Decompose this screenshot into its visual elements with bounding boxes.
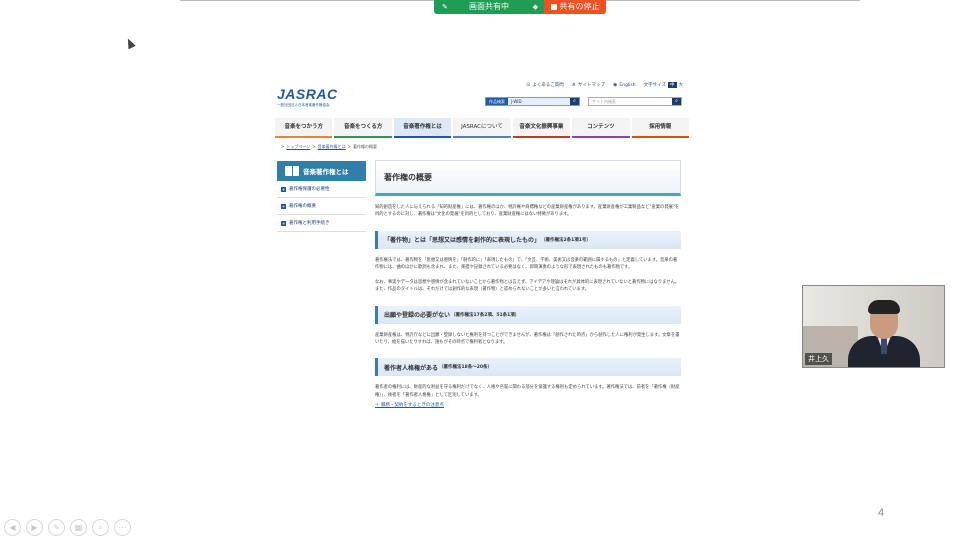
screen-share-bar: ✎ 画面共有中 ◆ 共有の停止 — [434, 0, 606, 14]
participant-video-tile[interactable]: 井上久 — [802, 285, 945, 368]
intro-paragraph: 知的創造をした人に与えられる「知的財産権」には、著作権のほか、特許権や商標権など… — [375, 205, 680, 218]
main-content: 著作権の概要 知的創造をした人に与えられる「知的財産権」には、著作権のほか、特許… — [375, 160, 681, 408]
logo-text: JASRAC — [277, 86, 338, 102]
site-search-icon[interactable]: ⌕ — [672, 98, 681, 105]
section-heading-registration: 出願や登録の必要がない （著作権法17条2項、51条1項） — [375, 305, 681, 324]
section-paragraph: 著作権法では、著作物を「思想又は感情を」「創作的に」「表現したもの」で、「文芸、… — [375, 257, 678, 270]
section-heading-moral-rights: 著作者人格権がある （著作権法18条～20条） — [375, 358, 681, 377]
question-icon: ⊙ — [526, 82, 531, 88]
nav-create-music[interactable]: 音楽をつくる方 — [334, 118, 392, 138]
sitemap-link[interactable]: ⋔ サイトマップ — [572, 82, 605, 88]
sidebar-title: 音楽著作権とは — [277, 161, 366, 181]
plus-icon: + — [281, 220, 286, 226]
breadcrumb-parent[interactable]: 音楽著作権とは — [318, 144, 346, 150]
breadcrumb-separator: > — [347, 144, 351, 149]
breadcrumb-current: 著作権の概要 — [353, 144, 377, 149]
mouse-cursor-icon — [124, 36, 136, 50]
shared-webpage: JASRAC 一般社団法人日本音楽著作権協会 ⊙ よくあるご質問 ⋔ サイトマップ … — [275, 78, 689, 458]
book-icon — [285, 166, 299, 176]
section-heading-text: 「著作物」とは「思想又は感情を創作的に表現したもの」 — [384, 237, 541, 245]
more-options-icon[interactable]: ⋯ — [114, 519, 131, 536]
search-icon[interactable]: ⌕ — [570, 98, 579, 105]
sharing-indicator[interactable]: ✎ 画面共有中 ◆ — [434, 0, 544, 14]
pen-tool-icon[interactable]: ✎ — [48, 519, 65, 536]
participant-tie — [881, 338, 887, 354]
participant-avatar — [848, 300, 920, 367]
next-slide-icon[interactable]: ▶ — [26, 519, 43, 536]
stop-sharing-button[interactable]: 共有の停止 — [544, 0, 606, 14]
logo-subtitle: 一般社団法人日本音楽著作権協会 — [277, 103, 330, 107]
nav-contents[interactable]: コンテンツ — [572, 118, 630, 138]
faq-link[interactable]: ⊙ よくあるご質問 — [526, 82, 564, 88]
page-title: 著作権の概要 — [375, 160, 681, 196]
sitemap-icon: ⋔ — [571, 82, 576, 88]
pen-icon[interactable]: ✎ — [442, 0, 448, 14]
section-law-ref: （著作権法17条2項、51条1項） — [451, 312, 520, 318]
sidebar-title-text: 音楽著作権とは — [303, 168, 349, 176]
sitemap-label: サイトマップ — [578, 83, 605, 88]
slide-page-number: 4 — [878, 507, 885, 519]
previous-slide-icon[interactable]: ◀ — [4, 519, 21, 536]
site-search-input[interactable]: サイト内検索 — [589, 98, 672, 105]
sidebar-item-label: 著作権の概要 — [289, 204, 316, 209]
more-info-link[interactable]: ＋ 職務・契約をするときの注意点 — [375, 402, 681, 408]
participant-name: 井上久 — [805, 353, 832, 365]
participant-hair — [868, 300, 900, 314]
breadcrumb-separator: > — [281, 144, 285, 149]
font-mid-button[interactable]: 中 — [668, 82, 677, 88]
section-heading-text: 出願や登録の必要がない — [384, 312, 451, 320]
site-search-box: サイト内検索 ⌕ — [588, 97, 682, 106]
stop-sharing-label: 共有の停止 — [559, 2, 600, 11]
nav-about[interactable]: JASRACについて — [453, 118, 511, 138]
zoom-icon[interactable]: ⌕ — [92, 519, 109, 536]
sidebar-item-overview[interactable]: + 著作権の概要 — [277, 198, 366, 215]
section-paragraph: なお、事実やデータは思想や感情が含まれていないことから著作物とは言えず、アイデア… — [375, 280, 680, 293]
section-paragraph: 著作者の権利には、財産的な利益を守る権利だけでなく、人格や名誉に関わる部分を保護… — [375, 385, 680, 398]
sidebar-item-necessity[interactable]: + 著作権保護の必要性 — [277, 181, 366, 198]
work-search-box: 作品検索 J-WID ⌕ — [485, 97, 580, 106]
font-size-label: 文字サイズ — [643, 83, 666, 88]
breadcrumb-home[interactable]: トップページ — [286, 144, 310, 150]
section-heading-works: 「著作物」とは「思想又は感情を創作的に表現したもの」 （著作権法2条1項1号） — [375, 230, 681, 249]
section-paragraph: 産業財産権は、特許庁などに出願・登録しないと権利を持つことができませんが、著作権… — [375, 332, 680, 346]
shield-icon[interactable]: ◆ — [533, 0, 538, 14]
sidebar-item-label: 著作権と利用手続き — [289, 221, 330, 226]
english-label: English — [619, 82, 636, 88]
section-heading-text: 著作者人格権がある — [384, 364, 439, 372]
nav-use-music[interactable]: 音楽をつかう方 — [275, 118, 333, 138]
presentation-controls: ◀ ▶ ✎ ▦ ⌕ ⋯ — [4, 519, 131, 536]
breadcrumb-separator: > — [312, 144, 316, 149]
faq-label: よくあるご質問 — [532, 83, 564, 88]
sidebar-item-label: 著作権保護の必要性 — [289, 187, 330, 192]
breadcrumb: > トップページ > 音楽著作権とは > 著作権の概要 — [281, 144, 377, 150]
global-nav: 音楽をつかう方 音楽をつくる方 音楽著作権とは JASRACについて 音楽文化振… — [275, 118, 689, 138]
site-logo[interactable]: JASRAC 一般社団法人日本音楽著作権協会 — [277, 86, 338, 108]
sidebar: 音楽著作権とは + 著作権保護の必要性 + 著作権の概要 + 著作権と利用手続き — [277, 161, 366, 232]
stop-icon — [550, 4, 557, 10]
font-size-control: 文字サイズ 中 大 — [644, 82, 683, 88]
sidebar-item-procedures[interactable]: + 著作権と利用手続き — [277, 215, 366, 232]
nav-copyright[interactable]: 音楽著作権とは — [393, 118, 452, 138]
section-law-ref: （著作権法2条1項1号） — [541, 237, 591, 243]
presentation-screen: ✎ 画面共有中 ◆ 共有の停止 JASRAC 一般社団法人日本音楽著作権協会 ⊙… — [0, 0, 960, 540]
nav-culture[interactable]: 音楽文化振興事業 — [512, 118, 571, 138]
work-search-label: 作品検索 — [486, 98, 508, 105]
plus-icon: + — [281, 186, 286, 192]
font-large-button[interactable]: 大 — [679, 82, 684, 88]
section-law-ref: （著作権法18条～20条） — [439, 365, 493, 371]
sharing-label: 画面共有中 — [469, 2, 509, 11]
plus-icon: + — [281, 203, 286, 209]
english-link[interactable]: ◉ English — [613, 82, 636, 88]
nav-recruit[interactable]: 採用情報 — [631, 118, 689, 138]
utility-links: ⊙ よくあるご質問 ⋔ サイトマップ ◉ English 文字サイズ 中 大 — [526, 82, 683, 88]
work-search-input[interactable]: J-WID — [508, 98, 570, 105]
slides-grid-icon[interactable]: ▦ — [70, 519, 87, 536]
globe-icon: ◉ — [613, 82, 618, 88]
